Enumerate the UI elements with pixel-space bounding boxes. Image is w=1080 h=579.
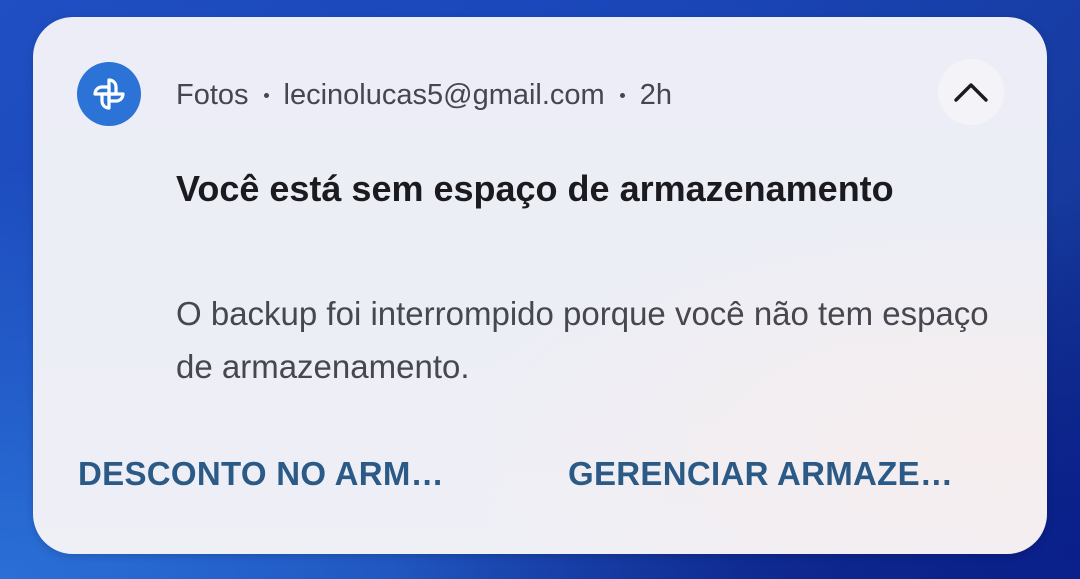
notification-header: Fotos lecinolucas5@gmail.com 2h bbox=[176, 75, 672, 115]
account-email: lecinolucas5@gmail.com bbox=[283, 78, 605, 111]
notification-title: Você está sem espaço de armazenamento bbox=[176, 168, 894, 209]
pinwheel-icon bbox=[93, 78, 125, 110]
collapse-button[interactable] bbox=[938, 59, 1004, 125]
separator-dot bbox=[619, 92, 625, 98]
storage-discount-button[interactable]: DESCONTO NO ARM… bbox=[78, 449, 444, 499]
manage-storage-button[interactable]: GERENCIAR ARMAZE… bbox=[568, 449, 953, 499]
separator-dot bbox=[263, 92, 269, 98]
chevron-up-icon bbox=[954, 83, 988, 102]
notification-card[interactable]: Fotos lecinolucas5@gmail.com 2h Você est… bbox=[33, 17, 1047, 554]
notification-time: 2h bbox=[639, 78, 672, 111]
photos-app-icon bbox=[77, 62, 141, 126]
app-name: Fotos bbox=[176, 78, 249, 111]
notification-body: O backup foi interrompido porque você nã… bbox=[176, 295, 989, 385]
